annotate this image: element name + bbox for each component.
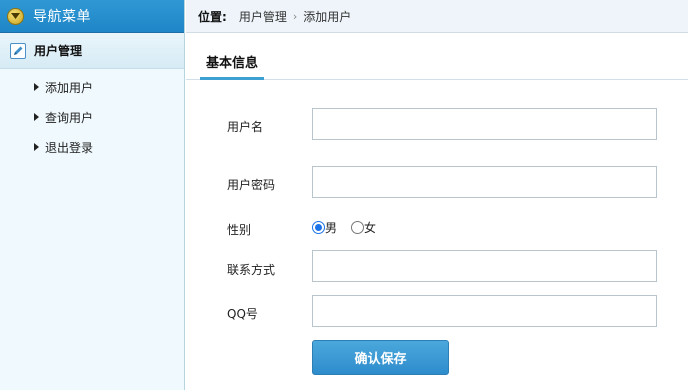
gender-female-label[interactable]: 女 <box>364 219 376 236</box>
password-label: 用户密码 <box>227 178 276 192</box>
sidebar-group-user-management[interactable]: 用户管理 <box>0 33 184 69</box>
triangle-right-icon <box>34 143 39 151</box>
sidebar-header: 导航菜单 <box>0 0 184 33</box>
sidebar-item-label: 添加用户 <box>45 80 94 95</box>
breadcrumb-item-add-user: 添加用户 <box>303 9 352 24</box>
breadcrumb-separator: › <box>292 9 298 23</box>
username-label: 用户名 <box>227 120 264 134</box>
gender-male-radio[interactable] <box>312 221 325 234</box>
sidebar: 导航菜单 用户管理 添加用户 查询用户 退出登录 <box>0 0 185 390</box>
sidebar-item-query-user[interactable]: 查询用户 <box>0 102 184 132</box>
password-input[interactable] <box>312 166 657 198</box>
sidebar-title: 导航菜单 <box>33 9 91 25</box>
username-input[interactable] <box>312 108 657 140</box>
contact-label: 联系方式 <box>227 263 276 277</box>
main-content: 位置: 用户管理 › 添加用户 基本信息 用户名 用户密码 性别 男 女 联系方… <box>186 0 688 390</box>
triangle-right-icon <box>34 113 39 121</box>
edit-icon <box>10 42 26 59</box>
triangle-right-icon <box>34 83 39 91</box>
gender-female-radio[interactable] <box>351 221 365 234</box>
sidebar-menu: 添加用户 查询用户 退出登录 <box>0 69 184 162</box>
qq-input[interactable] <box>312 295 657 327</box>
sidebar-group-label: 用户管理 <box>34 44 83 58</box>
qq-label: QQ号 <box>227 307 258 321</box>
gender-label: 性别 <box>227 223 252 237</box>
gender-radio-group: 男 女 <box>312 219 390 236</box>
sidebar-item-label: 查询用户 <box>45 110 94 125</box>
sidebar-item-add-user[interactable]: 添加用户 <box>0 72 184 102</box>
tab-bar: 基本信息 <box>186 44 688 80</box>
breadcrumb-item-user-management[interactable]: 用户管理 <box>239 8 287 25</box>
gender-male-label[interactable]: 男 <box>325 219 337 236</box>
save-button[interactable]: 确认保存 <box>312 340 449 375</box>
chevron-down-icon[interactable] <box>7 7 24 25</box>
tab-basic-info[interactable]: 基本信息 <box>200 44 265 80</box>
sidebar-item-label: 退出登录 <box>45 140 94 155</box>
breadcrumb: 位置: 用户管理 › 添加用户 <box>186 0 688 33</box>
location-label: 位置: <box>198 9 227 24</box>
sidebar-item-logout[interactable]: 退出登录 <box>0 132 184 162</box>
contact-input[interactable] <box>312 250 657 282</box>
